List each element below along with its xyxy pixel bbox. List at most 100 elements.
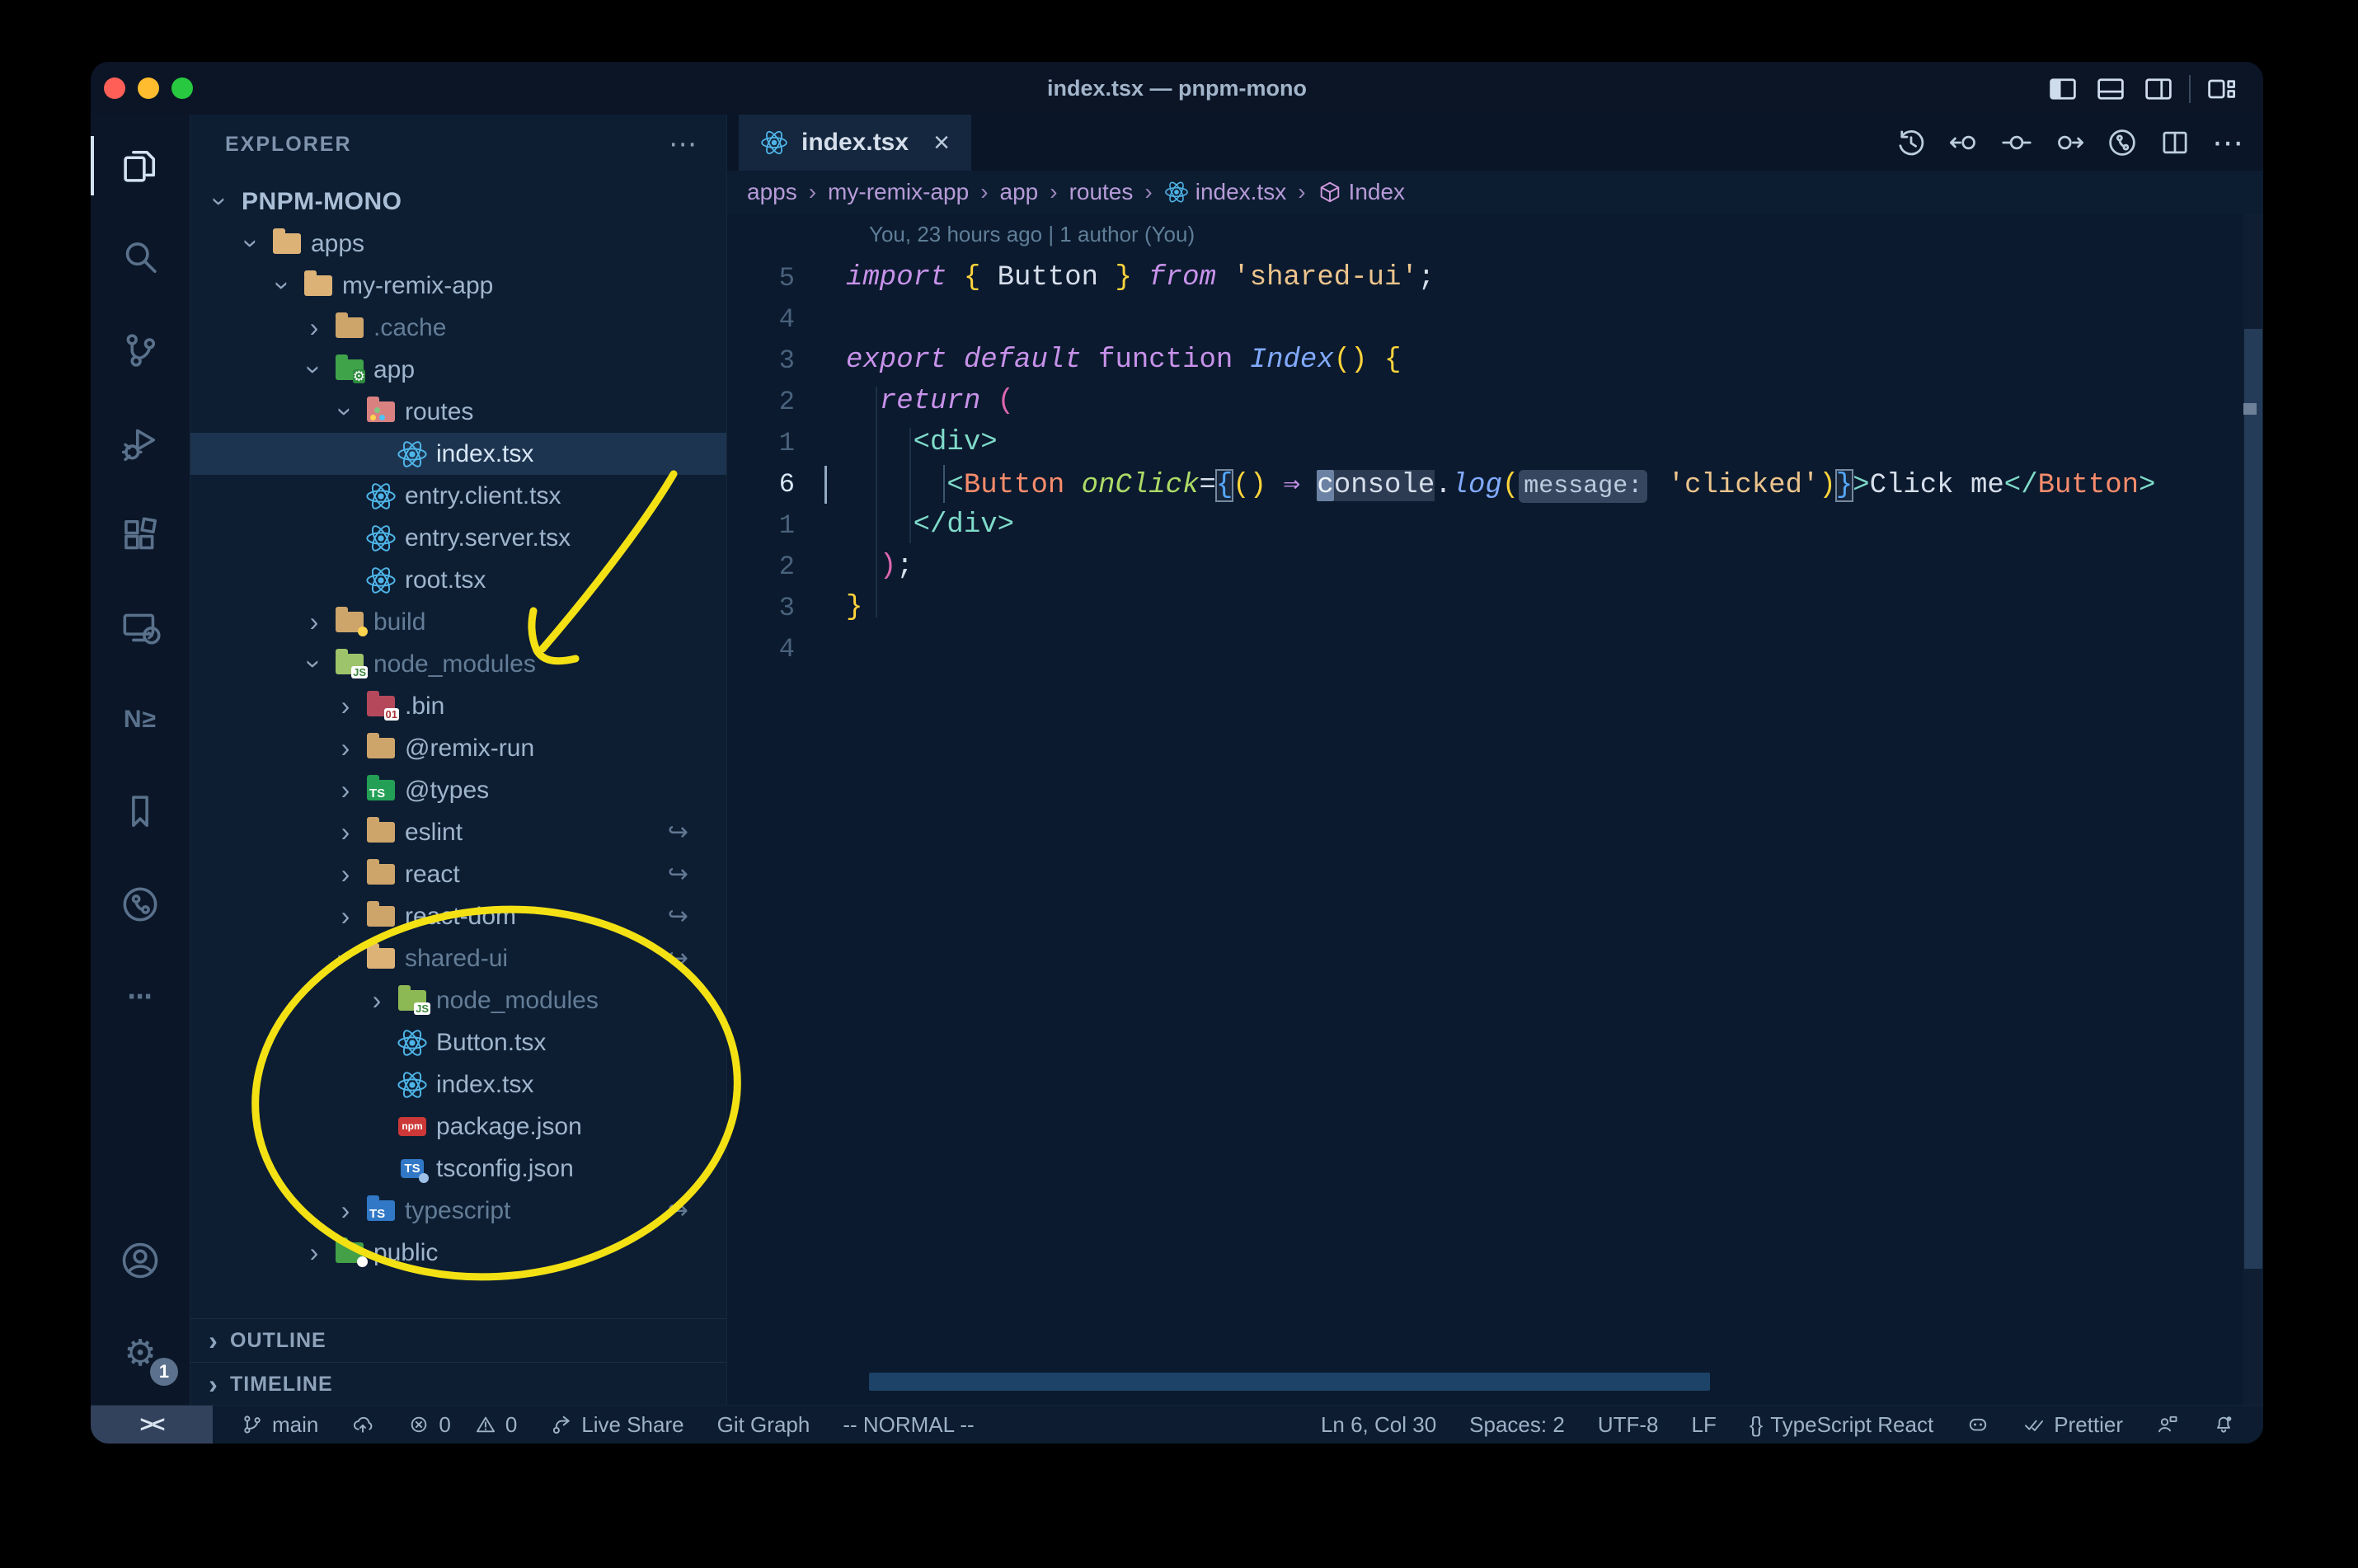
breadcrumb-apps[interactable]: apps bbox=[747, 179, 797, 205]
chevron-right-icon: › bbox=[309, 607, 319, 636]
breadcrumb-my-remix-app[interactable]: my-remix-app bbox=[828, 179, 969, 205]
status-vim-mode[interactable]: -- NORMAL -- bbox=[843, 1412, 974, 1438]
status-cursor-position[interactable]: Ln 6, Col 30 bbox=[1321, 1412, 1436, 1438]
horizontal-scrollbar-slider[interactable] bbox=[869, 1373, 1710, 1391]
activity-nx-console-icon[interactable]: N≥ bbox=[91, 678, 190, 761]
toggle-secondary-sidebar-icon[interactable] bbox=[2141, 72, 2176, 106]
code-line[interactable]: 3} bbox=[727, 587, 2242, 628]
status-live-share[interactable]: Live Share bbox=[550, 1412, 684, 1438]
tree-item-Button.tsx[interactable]: ›Button.tsx bbox=[190, 1021, 726, 1063]
code-line[interactable]: 5 import { Button } from 'shared-ui'; bbox=[727, 257, 2242, 298]
activity-remote-explorer-icon[interactable] bbox=[91, 586, 190, 669]
code-editor[interactable]: You, 23 hours ago | 1 author (You) 5 impo… bbox=[727, 214, 2242, 1406]
file-tree: › PNPM-MONO › apps › my-remix-app › .cache ›… bbox=[190, 181, 726, 1274]
tree-item-entry.server.tsx[interactable]: ›entry.server.tsx bbox=[190, 517, 726, 559]
tree-item-tsconfig.json[interactable]: ›TStsconfig.json bbox=[190, 1148, 726, 1190]
status-copilot[interactable] bbox=[1966, 1413, 1989, 1436]
code-line[interactable]: 2 return ( bbox=[727, 381, 2242, 422]
status-language-mode[interactable]: {} TypeScript React bbox=[1750, 1412, 1933, 1438]
vertical-scrollbar-slider[interactable] bbox=[2244, 329, 2262, 1269]
tree-item-index.tsx[interactable]: ›index.tsx bbox=[190, 1063, 726, 1106]
status-encoding[interactable]: UTF-8 bbox=[1598, 1412, 1659, 1438]
tab-close-icon[interactable]: × bbox=[933, 127, 950, 159]
code-line[interactable]: 1 <div> bbox=[727, 422, 2242, 463]
tree-item-root.tsx[interactable]: ›root.tsx bbox=[190, 559, 726, 601]
status-problems[interactable]: 00 bbox=[407, 1412, 517, 1438]
breadcrumb-Index[interactable]: Index bbox=[1318, 179, 1405, 205]
tab-index-tsx[interactable]: index.tsx × bbox=[739, 115, 971, 171]
status-eol[interactable]: LF bbox=[1691, 1412, 1716, 1438]
next-change-icon[interactable] bbox=[2052, 125, 2087, 160]
tree-item-build[interactable]: › build bbox=[190, 601, 726, 643]
code-line[interactable]: 2 ); bbox=[727, 546, 2242, 587]
code-line[interactable]: 4 bbox=[727, 298, 2242, 340]
tree-item-react[interactable]: › react ↪ bbox=[190, 853, 726, 895]
status-indentation[interactable]: Spaces: 2 bbox=[1469, 1412, 1565, 1438]
more-actions-icon[interactable]: ⋯ bbox=[2210, 125, 2245, 161]
line-number: 2 bbox=[778, 551, 795, 582]
code-line[interactable]: 1 </div> bbox=[727, 505, 2242, 546]
tree-item-typescript[interactable]: › TS typescript ↪ bbox=[190, 1190, 726, 1232]
status-git-branch[interactable]: main bbox=[241, 1412, 318, 1438]
activity-extensions-icon[interactable] bbox=[91, 494, 190, 576]
tree-item-package.json[interactable]: ›npmpackage.json bbox=[190, 1106, 726, 1148]
activity-explorer-icon[interactable] bbox=[91, 124, 190, 207]
activity-more-icon[interactable]: ⋯ bbox=[91, 955, 190, 1038]
activity-search-icon[interactable] bbox=[91, 217, 190, 299]
tree-item-PNPM-MONO[interactable]: › PNPM-MONO bbox=[190, 181, 726, 223]
toggle-panel-icon[interactable] bbox=[2093, 72, 2128, 106]
status-feedback[interactable] bbox=[2156, 1413, 2179, 1436]
customize-layout-icon[interactable] bbox=[2204, 72, 2238, 106]
explorer-more-actions-icon[interactable]: ⋯ bbox=[669, 130, 697, 158]
activity-gitlens-icon[interactable] bbox=[91, 863, 190, 946]
breadcrumb-app[interactable]: app bbox=[1000, 179, 1039, 205]
tree-item-node_modules[interactable]: › JS node_modules bbox=[190, 979, 726, 1021]
tree-item-eslint[interactable]: › eslint ↪ bbox=[190, 811, 726, 853]
activity-settings-icon[interactable]: ⚙ 1 bbox=[91, 1312, 190, 1394]
history-icon[interactable] bbox=[1894, 125, 1928, 160]
code-line[interactable]: 4 bbox=[727, 628, 2242, 669]
toggle-primary-sidebar-icon[interactable] bbox=[2046, 72, 2080, 106]
status-git-graph[interactable]: Git Graph bbox=[717, 1412, 810, 1438]
previous-change-icon[interactable] bbox=[1947, 125, 1981, 160]
tree-item-node_modules[interactable]: › JS node_modules bbox=[190, 643, 726, 685]
activity-accounts-icon[interactable] bbox=[91, 1219, 190, 1302]
gitlens-graph-icon[interactable] bbox=[2105, 125, 2140, 160]
tree-item-app[interactable]: › ⚙ app bbox=[190, 349, 726, 391]
code-line[interactable]: 3 export default function Index() { bbox=[727, 340, 2242, 381]
chevron-down-icon: › bbox=[237, 239, 267, 248]
breadcrumb-routes[interactable]: routes bbox=[1069, 179, 1134, 205]
remote-indicator[interactable]: >< bbox=[91, 1406, 213, 1444]
tree-item-@remix-run[interactable]: › @remix-run bbox=[190, 727, 726, 769]
section-timeline[interactable]: › TIMELINE bbox=[190, 1362, 726, 1406]
js-badge-icon: JS bbox=[351, 666, 368, 678]
split-editor-icon[interactable] bbox=[2158, 125, 2192, 160]
tree-item-index.tsx[interactable]: ›index.tsx bbox=[190, 433, 726, 475]
vertical-scrollbar[interactable] bbox=[2243, 214, 2263, 1406]
breadcrumb-index.tsx[interactable]: index.tsx bbox=[1164, 179, 1286, 205]
activity-run-debug-icon[interactable] bbox=[91, 401, 190, 484]
activity-bookmarks-icon[interactable] bbox=[91, 771, 190, 853]
tree-item-entry.client.tsx[interactable]: ›entry.client.tsx bbox=[190, 475, 726, 517]
status-prettier[interactable]: Prettier bbox=[2022, 1412, 2123, 1438]
tree-item-my-remix-app[interactable]: › my-remix-app bbox=[190, 265, 726, 307]
line-number: 3 bbox=[778, 345, 795, 376]
tree-item-react-dom[interactable]: › react-dom ↪ bbox=[190, 895, 726, 937]
tree-item-apps[interactable]: › apps bbox=[190, 223, 726, 265]
tree-item-.bin[interactable]: › 01 .bin bbox=[190, 685, 726, 727]
status-publish[interactable] bbox=[351, 1413, 374, 1436]
activity-source-control-icon[interactable] bbox=[91, 309, 190, 392]
tree-item-shared-ui[interactable]: › shared-ui ↪ bbox=[190, 937, 726, 979]
status-notifications[interactable] bbox=[2212, 1413, 2235, 1436]
gitlens-codelens[interactable]: You, 23 hours ago | 1 author (You) bbox=[869, 222, 1195, 247]
tree-item-@types[interactable]: › TS @types bbox=[190, 769, 726, 811]
chevron-down-icon: › bbox=[299, 660, 330, 669]
section-outline[interactable]: › OUTLINE bbox=[190, 1318, 726, 1362]
tree-item-routes[interactable]: › routes bbox=[190, 391, 726, 433]
code-line[interactable]: 6 <Button onClick={() ⇒ console.log(mess… bbox=[727, 463, 2242, 505]
chevron-down-icon: › bbox=[205, 197, 236, 206]
line-number: 1 bbox=[778, 427, 795, 458]
open-changes-icon[interactable] bbox=[1999, 125, 2034, 160]
tree-item-public[interactable]: › public bbox=[190, 1232, 726, 1274]
tree-item-.cache[interactable]: › .cache bbox=[190, 307, 726, 349]
